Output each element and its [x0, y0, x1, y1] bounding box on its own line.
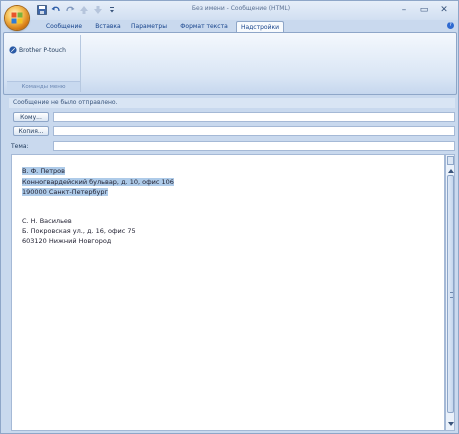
body-line: В. Ф. Петров	[22, 167, 65, 175]
arrow-down-icon[interactable]	[93, 5, 103, 15]
window-title: Без имени - Сообщение (HTML)	[191, 5, 291, 12]
body-line: Б. Покровская ул., д. 16, офис 75	[22, 227, 136, 235]
brother-ptouch-label: Brother P-touch	[19, 46, 66, 54]
cc-button[interactable]: Копия...	[13, 126, 49, 136]
quick-access-toolbar	[37, 4, 117, 16]
message-body[interactable]: В. Ф. Петров Конногвардейский бульвар, д…	[11, 154, 445, 431]
cc-field[interactable]	[53, 126, 455, 136]
close-button[interactable]: ✕	[435, 3, 453, 17]
scroll-thumb[interactable]	[447, 175, 454, 413]
undo-icon[interactable]	[51, 5, 61, 15]
minimize-button[interactable]: –	[395, 3, 413, 17]
ribbon-tabs: Сообщение Вставка Параметры Формат текст…	[1, 20, 458, 33]
to-button[interactable]: Кому...	[13, 112, 49, 122]
to-field[interactable]	[53, 112, 455, 122]
tab-message[interactable]: Сообщение	[41, 21, 87, 32]
body-line: Конногвардейский бульвар, д. 10, офис 10…	[22, 178, 174, 186]
arrow-up-icon[interactable]	[79, 5, 89, 15]
subject-field[interactable]	[53, 141, 455, 151]
body-line: 603120 Нижний Новгород	[22, 237, 112, 245]
message-window: Без имени - Сообщение (HTML) – ▭ ✕ Сообщ…	[0, 0, 459, 434]
office-logo-icon	[11, 12, 23, 24]
vertical-scrollbar[interactable]	[445, 154, 455, 431]
info-bar: Сообщение не было отправлено.	[9, 98, 455, 108]
ruler-toggle-icon[interactable]	[447, 156, 454, 165]
maximize-button[interactable]: ▭	[415, 3, 433, 17]
redo-icon[interactable]	[65, 5, 75, 15]
brother-ptouch-icon	[9, 46, 17, 54]
title-bar: Без имени - Сообщение (HTML) – ▭ ✕	[1, 1, 458, 20]
help-icon[interactable]: ?	[447, 22, 454, 29]
body-line: С. Н. Васильев	[22, 217, 72, 225]
scroll-grip-icon	[450, 292, 453, 298]
tab-insert[interactable]: Вставка	[91, 21, 125, 32]
menu-commands-group: Brother P-touch Команды меню	[7, 35, 81, 92]
save-icon[interactable]	[37, 5, 47, 15]
tab-format-text[interactable]: Формат текста	[176, 21, 232, 32]
scroll-up-icon[interactable]	[448, 169, 454, 173]
tab-options[interactable]: Параметры	[129, 21, 169, 32]
body-line: 190000 Санкт-Петербург	[22, 188, 108, 196]
scroll-down-icon[interactable]	[448, 422, 454, 426]
customize-toolbar-icon[interactable]	[107, 5, 117, 15]
group-label: Команды меню	[7, 81, 80, 92]
office-button[interactable]	[5, 6, 29, 30]
ribbon-panel: Brother P-touch Команды меню	[3, 32, 457, 95]
brother-ptouch-button[interactable]: Brother P-touch	[9, 46, 66, 54]
subject-label: Тема:	[11, 143, 29, 150]
